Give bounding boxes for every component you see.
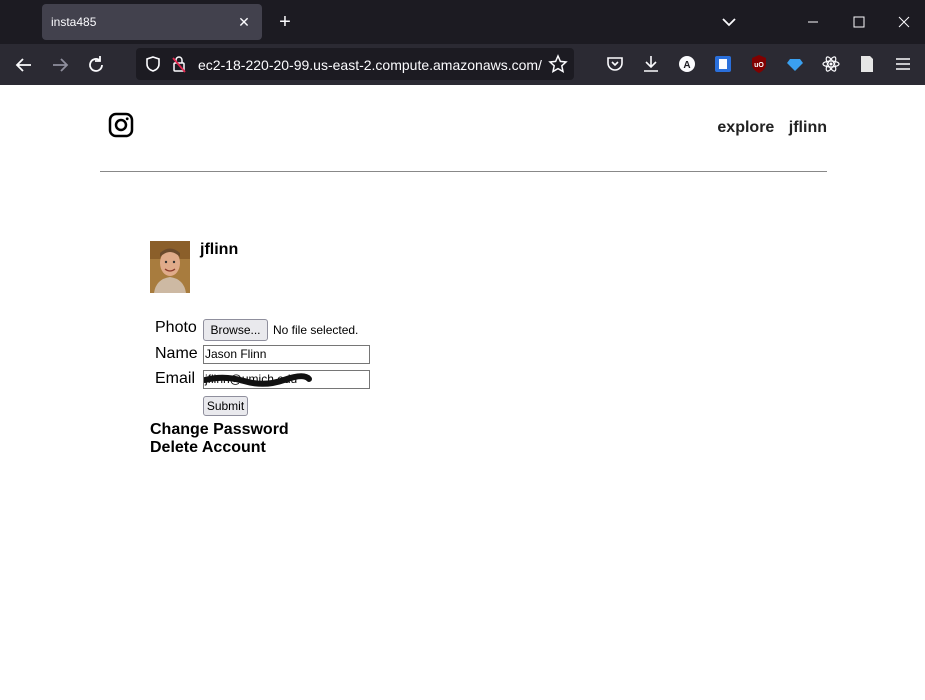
redaction-scribble bbox=[204, 373, 312, 387]
nav-link-explore[interactable]: explore bbox=[717, 119, 774, 136]
download-icon[interactable] bbox=[641, 54, 661, 74]
site-nav: explore jflinn bbox=[707, 119, 827, 137]
url-text: ec2-18-220-20-99.us-east-2.compute.amazo… bbox=[198, 57, 542, 73]
window-close-icon[interactable] bbox=[894, 12, 914, 32]
shield-icon[interactable] bbox=[144, 55, 162, 73]
email-label: Email bbox=[155, 370, 196, 387]
email-field[interactable]: jflinn@umich.edu bbox=[203, 370, 370, 389]
svg-text:uO: uO bbox=[754, 62, 764, 69]
insecure-lock-icon[interactable] bbox=[170, 55, 188, 73]
react-devtools-icon[interactable] bbox=[821, 54, 841, 74]
site-header: explore jflinn bbox=[100, 85, 827, 172]
account-links: Change Password Delete Account bbox=[150, 421, 289, 457]
submit-button[interactable]: Submit bbox=[203, 396, 248, 416]
bookmark-star-icon[interactable] bbox=[548, 54, 568, 74]
hamburger-menu-icon[interactable] bbox=[893, 54, 913, 74]
svg-text:A: A bbox=[683, 60, 690, 71]
name-label: Name bbox=[155, 345, 198, 362]
name-field[interactable]: Jason Flinn bbox=[203, 345, 370, 364]
browse-file-button[interactable]: Browse... bbox=[203, 319, 268, 341]
extension-a-icon[interactable]: A bbox=[677, 54, 697, 74]
back-arrow-icon[interactable] bbox=[13, 54, 35, 76]
change-password-link[interactable]: Change Password bbox=[150, 421, 289, 439]
nav-link-user[interactable]: jflinn bbox=[789, 119, 827, 136]
document-extension-icon[interactable] bbox=[857, 54, 877, 74]
browser-tab-bar: insta485 ✕ + bbox=[0, 0, 925, 44]
tab-list-chevron-icon[interactable] bbox=[719, 12, 739, 32]
minimize-icon[interactable] bbox=[803, 12, 823, 32]
reload-icon[interactable] bbox=[85, 54, 107, 76]
maximize-icon[interactable] bbox=[849, 12, 869, 32]
gem-extension-icon[interactable] bbox=[785, 54, 805, 74]
new-tab-plus-icon[interactable]: + bbox=[274, 11, 296, 33]
tab-close-icon[interactable]: ✕ bbox=[235, 13, 253, 31]
avatar[interactable] bbox=[150, 241, 190, 293]
delete-account-link[interactable]: Delete Account bbox=[150, 439, 289, 457]
ublock-origin-icon[interactable]: uO bbox=[749, 54, 769, 74]
extension-blue-icon[interactable] bbox=[713, 54, 733, 74]
tab-title: insta485 bbox=[51, 15, 97, 29]
file-status-text: No file selected. bbox=[273, 323, 359, 337]
pocket-icon[interactable] bbox=[605, 54, 625, 74]
photo-label: Photo bbox=[155, 319, 197, 336]
browser-tab-active[interactable]: insta485 ✕ bbox=[42, 4, 262, 40]
profile-username: jflinn bbox=[200, 241, 239, 258]
forward-arrow-icon[interactable] bbox=[49, 54, 71, 76]
browser-nav-bar: ec2-18-220-20-99.us-east-2.compute.amazo… bbox=[0, 44, 925, 85]
instagram-logo-icon[interactable] bbox=[108, 112, 134, 138]
url-bar[interactable]: ec2-18-220-20-99.us-east-2.compute.amazo… bbox=[136, 48, 574, 80]
